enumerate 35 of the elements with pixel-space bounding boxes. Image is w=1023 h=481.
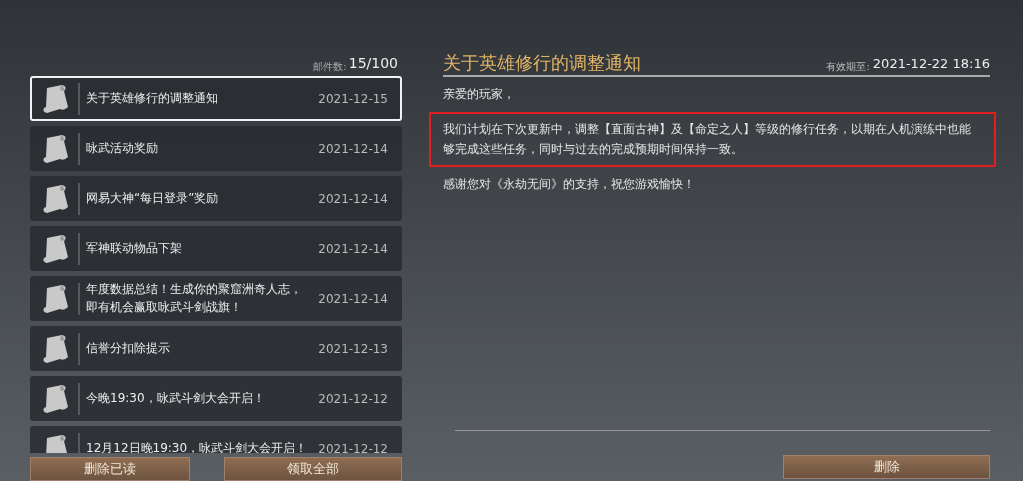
mail-date: 2021-12-14 — [318, 190, 389, 208]
mail-subject: 年度数据总结！生成你的聚窟洲奇人志，即有机会赢取咏武斗剑战旗！ — [86, 281, 303, 316]
mail-date: 2021-12-14 — [318, 290, 389, 308]
mail-date: 2021-12-14 — [318, 240, 389, 258]
mail-date: 2021-12-15 — [318, 90, 389, 108]
mail-item[interactable]: 今晚19:30，咏武斗剑大会开启！ 2021-12-12 — [30, 376, 402, 421]
mail-subject: 今晚19:30，咏武斗剑大会开启！ — [86, 389, 266, 407]
mail-item[interactable]: 信誉分扣除提示 2021-12-13 — [30, 326, 402, 371]
mail-date: 2021-12-13 — [318, 340, 389, 358]
mail-item[interactable]: 年度数据总结！生成你的聚窟洲奇人志，即有机会赢取咏武斗剑战旗！ 2021-12-14 — [30, 276, 402, 321]
expiry-label: 有效期至: — [826, 59, 870, 74]
mail-subject: 关于英雄修行的调整通知 — [86, 89, 219, 107]
mail-subject: 军神联动物品下架 — [86, 239, 183, 257]
mail-subject: 咏武活动奖励 — [86, 139, 159, 157]
mail-date: 2021-12-14 — [318, 140, 389, 158]
mail-count-label: 邮件数: — [313, 60, 347, 74]
mail-item[interactable]: 关于英雄修行的调整通知 2021-12-15 — [30, 76, 402, 121]
mail-title: 关于英雄修行的调整通知 — [443, 52, 641, 74]
claim-all-button[interactable]: 领取全部 — [224, 457, 402, 481]
message-paragraph: 亲爱的玩家， — [443, 85, 516, 103]
message-paragraph: 感谢您对《永劫无间》的支持，祝您游戏愉快！ — [443, 176, 696, 194]
message-paragraph: 我们计划在下次更新中，调整【直面古神】及【命定之人】等级的修行任务，以期在人机演练中也能够完成这些任务，同时与过去的完成预期时间保持一致。 — [429, 112, 996, 168]
expiry-date: 2021-12-22 18:16 — [872, 55, 990, 74]
delete-read-button[interactable]: 删除已读 — [30, 457, 190, 481]
mail-subject: 网易大神“每日登录”奖励 — [86, 189, 220, 207]
mail-count: 15/100 — [348, 54, 398, 73]
mail-item[interactable]: 军神联动物品下架 2021-12-14 — [30, 226, 402, 271]
mail-date: 2021-12-12 — [318, 390, 389, 408]
mail-subject: 信誉分扣除提示 — [86, 339, 171, 357]
mail-date: 2021-12-12 — [318, 440, 389, 453]
mail-subject: 12月12日晚19:30，咏武斗剑大会开启！ — [86, 439, 309, 453]
mail-item[interactable]: 网易大神“每日登录”奖励 2021-12-14 — [30, 176, 402, 221]
mail-item[interactable]: 12月12日晚19:30，咏武斗剑大会开启！ 2021-12-12 — [30, 426, 402, 453]
delete-button[interactable]: 删除 — [783, 455, 990, 479]
mail-item[interactable]: 咏武活动奖励 2021-12-14 — [30, 126, 402, 171]
